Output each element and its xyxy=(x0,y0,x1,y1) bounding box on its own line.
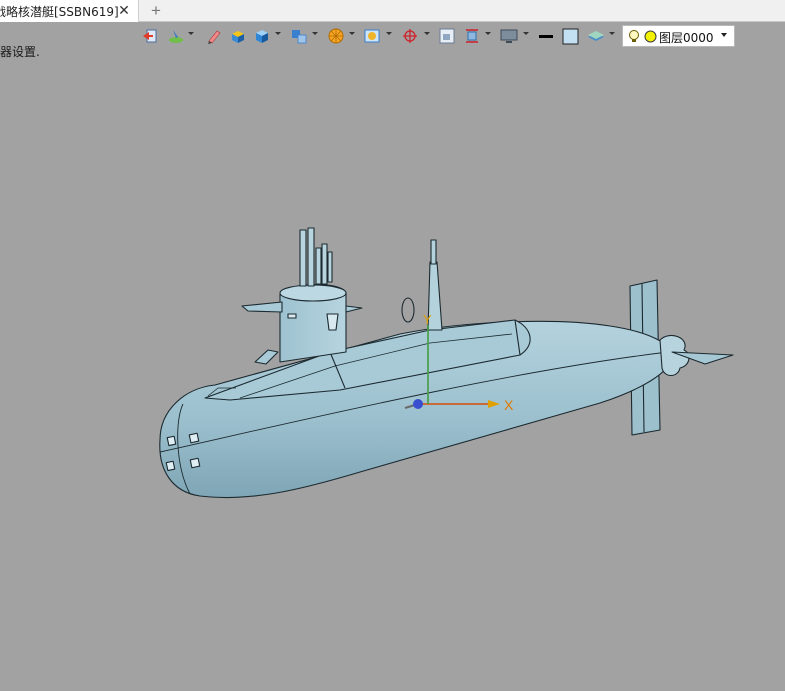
extrude-button[interactable] xyxy=(230,25,246,47)
sketch-pen-icon xyxy=(169,30,183,43)
solid-cube-icon xyxy=(256,30,268,43)
section-button[interactable] xyxy=(464,25,480,47)
document-tab[interactable]: 战略核潜艇[SSBN619] ✕ xyxy=(0,0,139,22)
section-icon xyxy=(466,29,478,43)
sail-plane-left xyxy=(241,301,283,313)
section-dropdown-arrow[interactable] xyxy=(485,32,491,35)
exit-sketch-button[interactable] xyxy=(142,25,158,47)
submarine-model[interactable]: X Y xyxy=(0,50,785,686)
layer-select[interactable]: 图层0000 xyxy=(622,25,735,47)
fill-color-icon xyxy=(562,28,579,44)
render-style-dropdown-arrow[interactable] xyxy=(349,32,355,35)
lightbulb-icon[interactable] xyxy=(628,29,640,44)
document-tab-title: 战略核潜艇[SSBN619] xyxy=(0,4,119,19)
sail-plane-right xyxy=(345,305,363,313)
exit-sketch-icon xyxy=(143,29,157,43)
new-tab-button[interactable]: + xyxy=(148,1,164,21)
layer-select-value: 图层0000 xyxy=(659,31,714,45)
layer-manager-button[interactable] xyxy=(587,25,605,47)
solid-dropdown-arrow[interactable] xyxy=(275,32,281,35)
monitor-icon xyxy=(500,29,518,43)
display-mode-dropdown-arrow[interactable] xyxy=(386,32,392,35)
fit-view-icon xyxy=(439,28,455,44)
axis-x-label: X xyxy=(504,397,514,413)
monitor-button[interactable] xyxy=(500,25,518,47)
sketch-dropdown-arrow[interactable] xyxy=(188,32,194,35)
fit-view-button[interactable] xyxy=(439,25,455,47)
chevron-down-icon[interactable] xyxy=(721,33,727,37)
solid-dropdown-button[interactable] xyxy=(254,25,270,47)
sketch-dropdown-button[interactable] xyxy=(168,25,184,47)
monitor-dropdown-arrow[interactable] xyxy=(523,32,529,35)
display-mode-button[interactable] xyxy=(364,25,380,47)
line-color-icon xyxy=(539,35,553,38)
axis-y-label: Y xyxy=(423,312,432,327)
close-tab-icon[interactable]: ✕ xyxy=(117,3,131,17)
tab-bar: 战略核潜艇[SSBN619] ✕ + xyxy=(0,0,785,22)
view-orient-dropdown-arrow[interactable] xyxy=(312,32,318,35)
pencil-icon xyxy=(208,30,221,44)
view-orient-button[interactable] xyxy=(291,25,307,47)
draw-line-button[interactable] xyxy=(206,25,222,47)
view-orient-icon xyxy=(292,30,307,44)
fill-color-button[interactable] xyxy=(562,25,579,47)
extrude-box-icon xyxy=(232,31,244,43)
render-style-icon xyxy=(328,28,344,44)
layer-stack-icon xyxy=(588,31,604,41)
3d-viewport[interactable]: X Y xyxy=(0,50,785,686)
render-style-button[interactable] xyxy=(328,25,344,47)
line-color-button[interactable] xyxy=(538,25,554,47)
layer-manager-dropdown-arrow[interactable] xyxy=(609,32,615,35)
layer-color-dot-icon[interactable] xyxy=(644,30,657,43)
triad-icon xyxy=(403,29,417,43)
view-toolbar: 图层0000 xyxy=(140,25,740,47)
display-mode-icon xyxy=(364,29,380,43)
triad-button[interactable] xyxy=(401,25,419,47)
triad-dropdown-arrow[interactable] xyxy=(424,32,430,35)
